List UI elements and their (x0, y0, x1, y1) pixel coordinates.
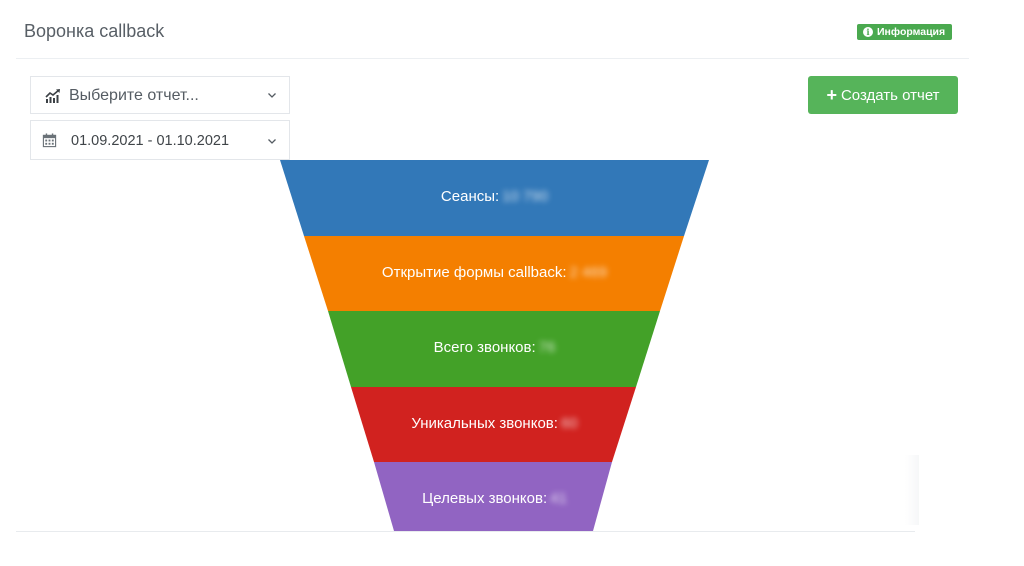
calendar-icon (42, 133, 57, 148)
create-report-label: Создать отчет (840, 86, 940, 104)
funnel-stage-unique-calls-label: Уникальных звонков: 60 (280, 414, 709, 434)
stage-name: Целевых звонков: (422, 490, 548, 507)
stage-value: 41 (550, 490, 567, 507)
chevron-down-icon (268, 139, 276, 144)
stage-value: 10 790 (502, 188, 549, 205)
stage-value: 76 (538, 339, 556, 356)
stage-name: Всего звонков: (433, 339, 536, 356)
stage-value: 60 (560, 415, 578, 432)
stage-name: Уникальных звонков: (411, 415, 558, 432)
report-select-value: Выберите отчет... (69, 87, 199, 104)
callback-funnel-panel: Воронка callback i Информация Выберите о… (0, 0, 1024, 566)
chevron-down-icon (268, 93, 276, 98)
date-range-value: 01.09.2021 - 01.10.2021 (71, 133, 230, 149)
plus-icon: + (826, 85, 837, 105)
info-badge-label: Информация (877, 26, 946, 38)
panel-header: Воронка callback i Информация (16, 0, 969, 59)
stage-name: Открытие формы callback: (381, 264, 567, 281)
funnel-stage-target-calls-label: Целевых звонков: 41 (280, 489, 709, 509)
page-title: Воронка callback (24, 21, 165, 41)
date-range-select[interactable]: 01.09.2021 - 01.10.2021 (30, 120, 290, 160)
chart-line-icon (45, 89, 60, 103)
funnel-stage-callback-form-open-label: Открытие формы callback: 2 469 (280, 263, 709, 283)
panel-divider (16, 531, 915, 532)
scroll-shadow (905, 455, 919, 525)
funnel-stage-sessions-label: Сеансы: 10 790 (280, 187, 709, 207)
stage-name: Сеансы: (440, 188, 500, 205)
info-icon: i (863, 27, 873, 37)
create-report-button[interactable]: + Создать отчет (808, 76, 958, 114)
stage-value: 2 469 (569, 264, 608, 281)
report-select[interactable]: Выберите отчет... (30, 76, 290, 114)
funnel-stage-total-calls-label: Всего звонков: 76 (280, 338, 709, 358)
info-badge[interactable]: i Информация (857, 24, 953, 40)
